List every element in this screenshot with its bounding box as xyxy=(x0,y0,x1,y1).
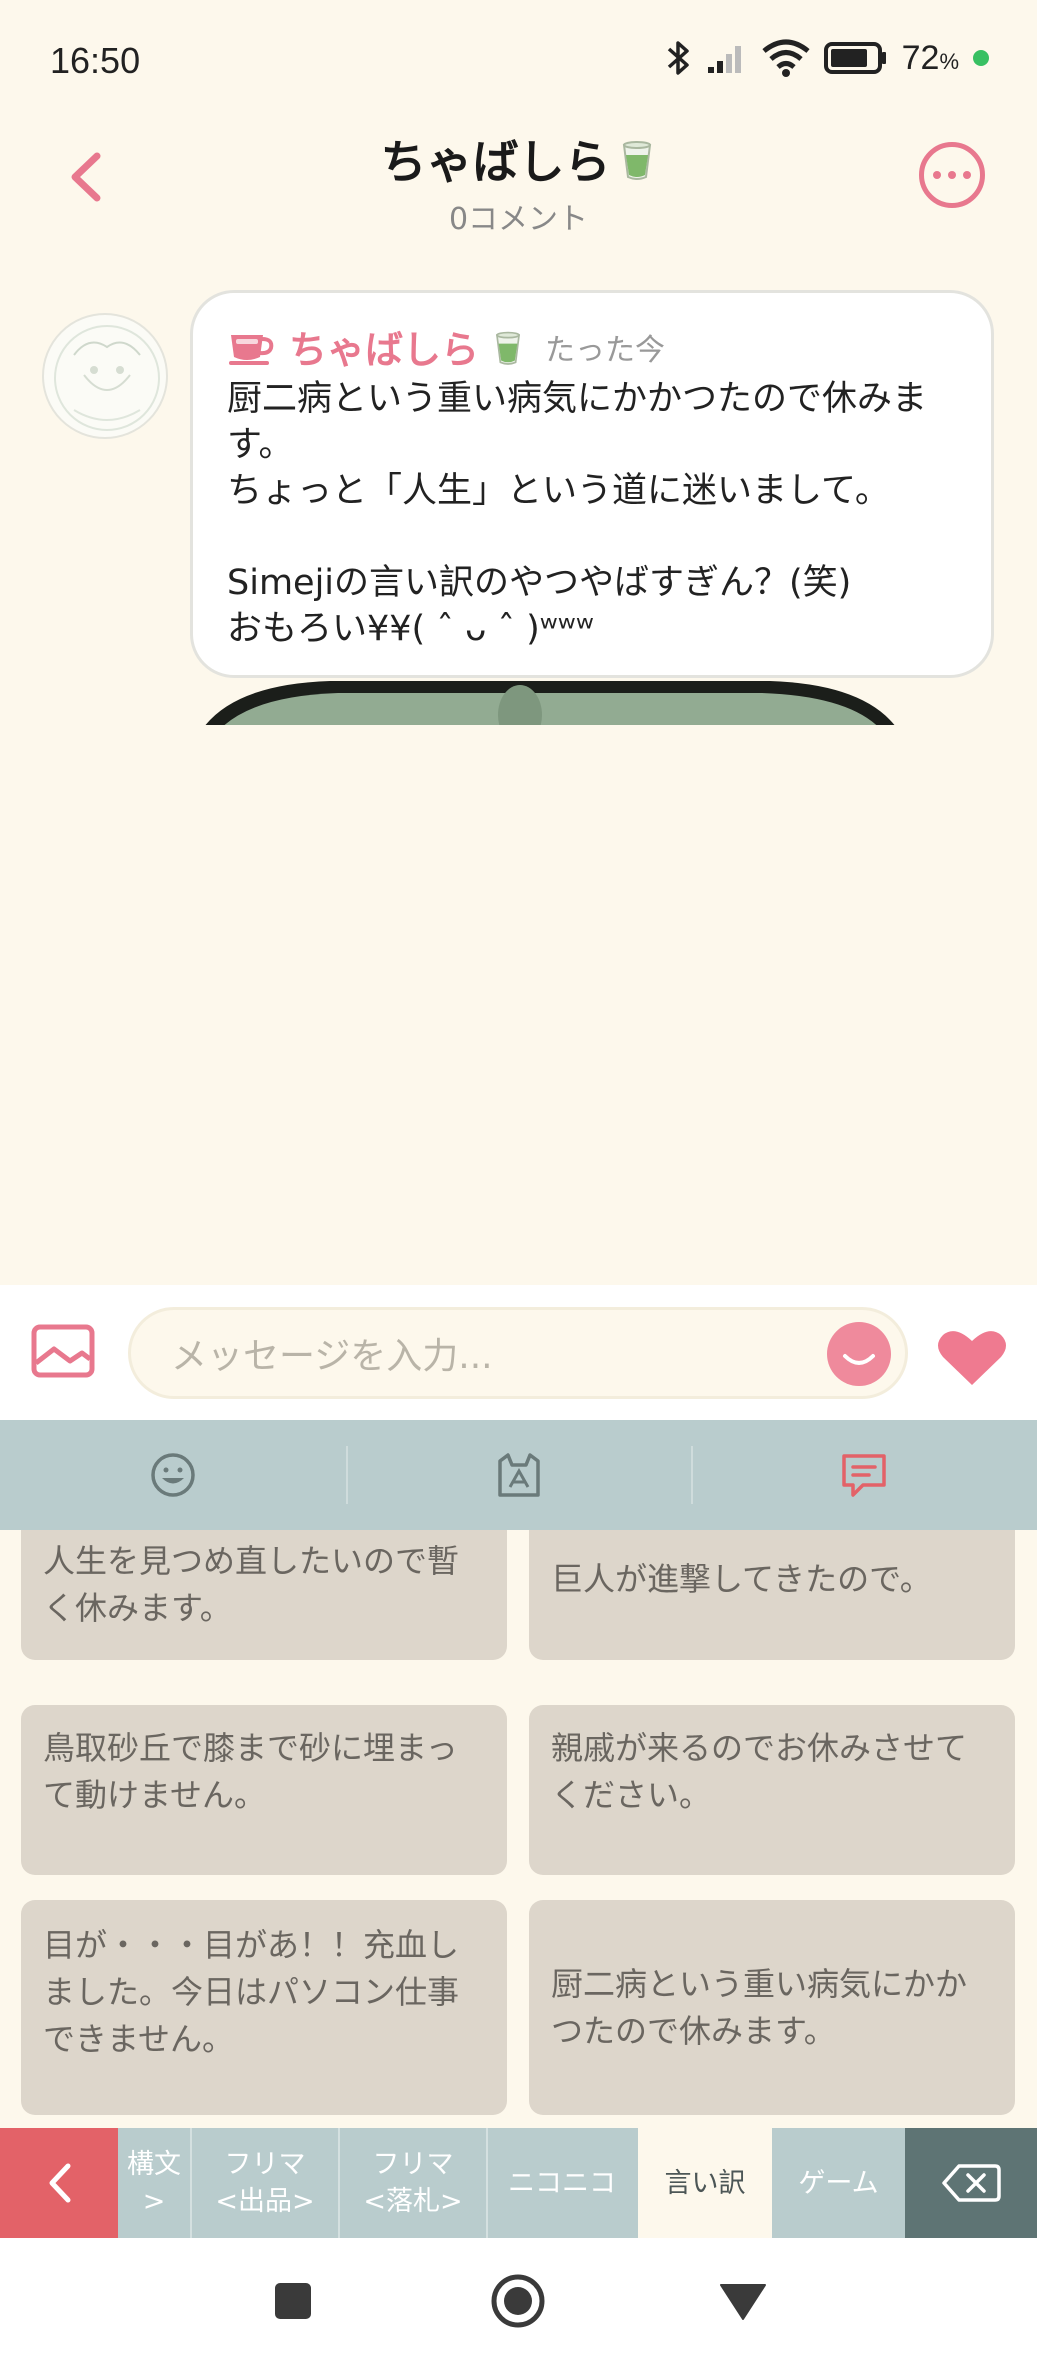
emoji-face-icon xyxy=(151,1453,195,1497)
status-bar: 16:50 72% xyxy=(0,0,1037,120)
green-tea-icon xyxy=(622,141,651,180)
wifi-icon xyxy=(762,39,810,77)
coffee-cup-icon xyxy=(229,334,274,365)
category-game[interactable]: ゲーム xyxy=(772,2128,905,2238)
tab-emoji[interactable] xyxy=(0,1420,346,1530)
smile-icon xyxy=(843,1354,875,1365)
status-icons: 72% xyxy=(666,38,989,78)
privacy-dot-icon xyxy=(973,50,989,66)
chat-header: ちゃばしら 0コメント xyxy=(0,120,1037,245)
category-furima-rakusatsu[interactable]: フリマ <落札> xyxy=(340,2128,486,2238)
back-nav-button[interactable] xyxy=(718,2276,768,2326)
phrase-card[interactable]: 巨人が進撃してきたので。 xyxy=(529,1530,1015,1660)
triangle-back-icon xyxy=(720,2284,766,2320)
page-title-text: ちゃばしら xyxy=(380,135,611,189)
home-button[interactable] xyxy=(490,2273,546,2329)
phrase-card[interactable]: 目が・・・目があ！！充血しました。今日はパソコン仕事できません。 xyxy=(21,1900,507,2115)
message-text: 厨二病という重い病気にかかつたので休みます。 ちょっと「人生」という道に迷いまし… xyxy=(227,379,928,649)
bluetooth-icon xyxy=(667,41,689,75)
message-header: ちゃばしら たった今 xyxy=(227,319,957,374)
home-circle-icon xyxy=(491,2274,545,2328)
system-navigation-bar xyxy=(0,2238,1037,2364)
like-heart-button[interactable] xyxy=(935,1325,1009,1389)
phrase-card[interactable]: 親戚が来るのでお休みさせてください。 xyxy=(529,1705,1015,1875)
chat-empty-space xyxy=(0,725,1037,1285)
signal-icon xyxy=(707,46,741,73)
phrase-card[interactable]: 人生を見つめ直したいので暫く休みます。 xyxy=(21,1530,507,1660)
message-input[interactable]: メッセージを入力... xyxy=(128,1307,908,1399)
keyboard-category-bar: 構文 > フリマ <出品> フリマ <落札> ニコニコ 言い訳 ゲーム xyxy=(0,2128,1037,2238)
phrase-card[interactable]: 厨二病という重い病気にかかつたので休みます。 xyxy=(529,1900,1015,2115)
image-attach-button[interactable] xyxy=(30,1323,96,1379)
status-time: 16:50 xyxy=(50,40,141,81)
chevron-left-icon xyxy=(49,2163,71,2203)
category-niconico[interactable]: ニコニコ xyxy=(488,2128,636,2238)
attached-image-preview[interactable] xyxy=(190,675,910,725)
square-icon xyxy=(275,2283,311,2319)
message-timestamp: たった今 xyxy=(545,332,666,368)
battery-percent: 72% xyxy=(901,38,959,77)
more-dot-icon xyxy=(963,171,971,179)
chat-area[interactable]: ちゃばしら たった今 厨二病という重い病気にかかつたので休みます。 ちょっと「人… xyxy=(0,245,1037,725)
more-dot-icon xyxy=(933,171,941,179)
backspace-button[interactable] xyxy=(905,2128,1037,2238)
more-options-button[interactable] xyxy=(919,142,985,208)
battery-icon xyxy=(823,42,886,74)
message-input-placeholder: メッセージを入力... xyxy=(171,1336,493,1377)
category-back-button[interactable] xyxy=(0,2128,118,2238)
title-block: ちゃばしら 0コメント xyxy=(0,120,1037,238)
tab-kaomoji[interactable] xyxy=(345,1420,692,1530)
avatar-sketch-icon xyxy=(54,325,160,431)
green-tea-icon xyxy=(496,331,521,365)
keyboard-tab-bar xyxy=(0,1420,1037,1530)
category-furima-shuppin[interactable]: フリマ <出品> xyxy=(192,2128,338,2238)
more-dot-icon xyxy=(948,171,956,179)
message-author[interactable]: ちゃばしら xyxy=(289,319,479,374)
avatar[interactable] xyxy=(42,313,168,439)
phrase-card[interactable]: 鳥取砂丘で膝まで砂に埋まって動けません。 xyxy=(21,1705,507,1875)
tab-phrases[interactable] xyxy=(691,1420,1037,1530)
page-title: ちゃばしら xyxy=(381,126,657,192)
category-kobun[interactable]: 構文 > xyxy=(118,2128,190,2238)
message-input-bar: メッセージを入力... xyxy=(0,1285,1037,1420)
phrase-list: 人生を見つめ直したいので暫く休みます。 巨人が進撃してきたので。 鳥取砂丘で膝ま… xyxy=(0,1530,1037,2130)
phrase-card-text: 厨二病という重い病気にかかつたので休みます。 xyxy=(551,1964,968,2050)
kaomoji-cat-icon xyxy=(497,1453,540,1497)
emoji-button[interactable] xyxy=(827,1322,891,1386)
message-bubble[interactable]: ちゃばしら たった今 厨二病という重い病気にかかつたので休みます。 ちょっと「人… xyxy=(190,290,994,678)
category-iiwake[interactable]: 言い訳 xyxy=(638,2128,772,2238)
recents-button[interactable] xyxy=(268,2276,318,2326)
backspace-icon xyxy=(942,2164,1001,2202)
comment-count: 0コメント xyxy=(448,202,589,237)
phrase-chat-icon xyxy=(842,1454,886,1497)
